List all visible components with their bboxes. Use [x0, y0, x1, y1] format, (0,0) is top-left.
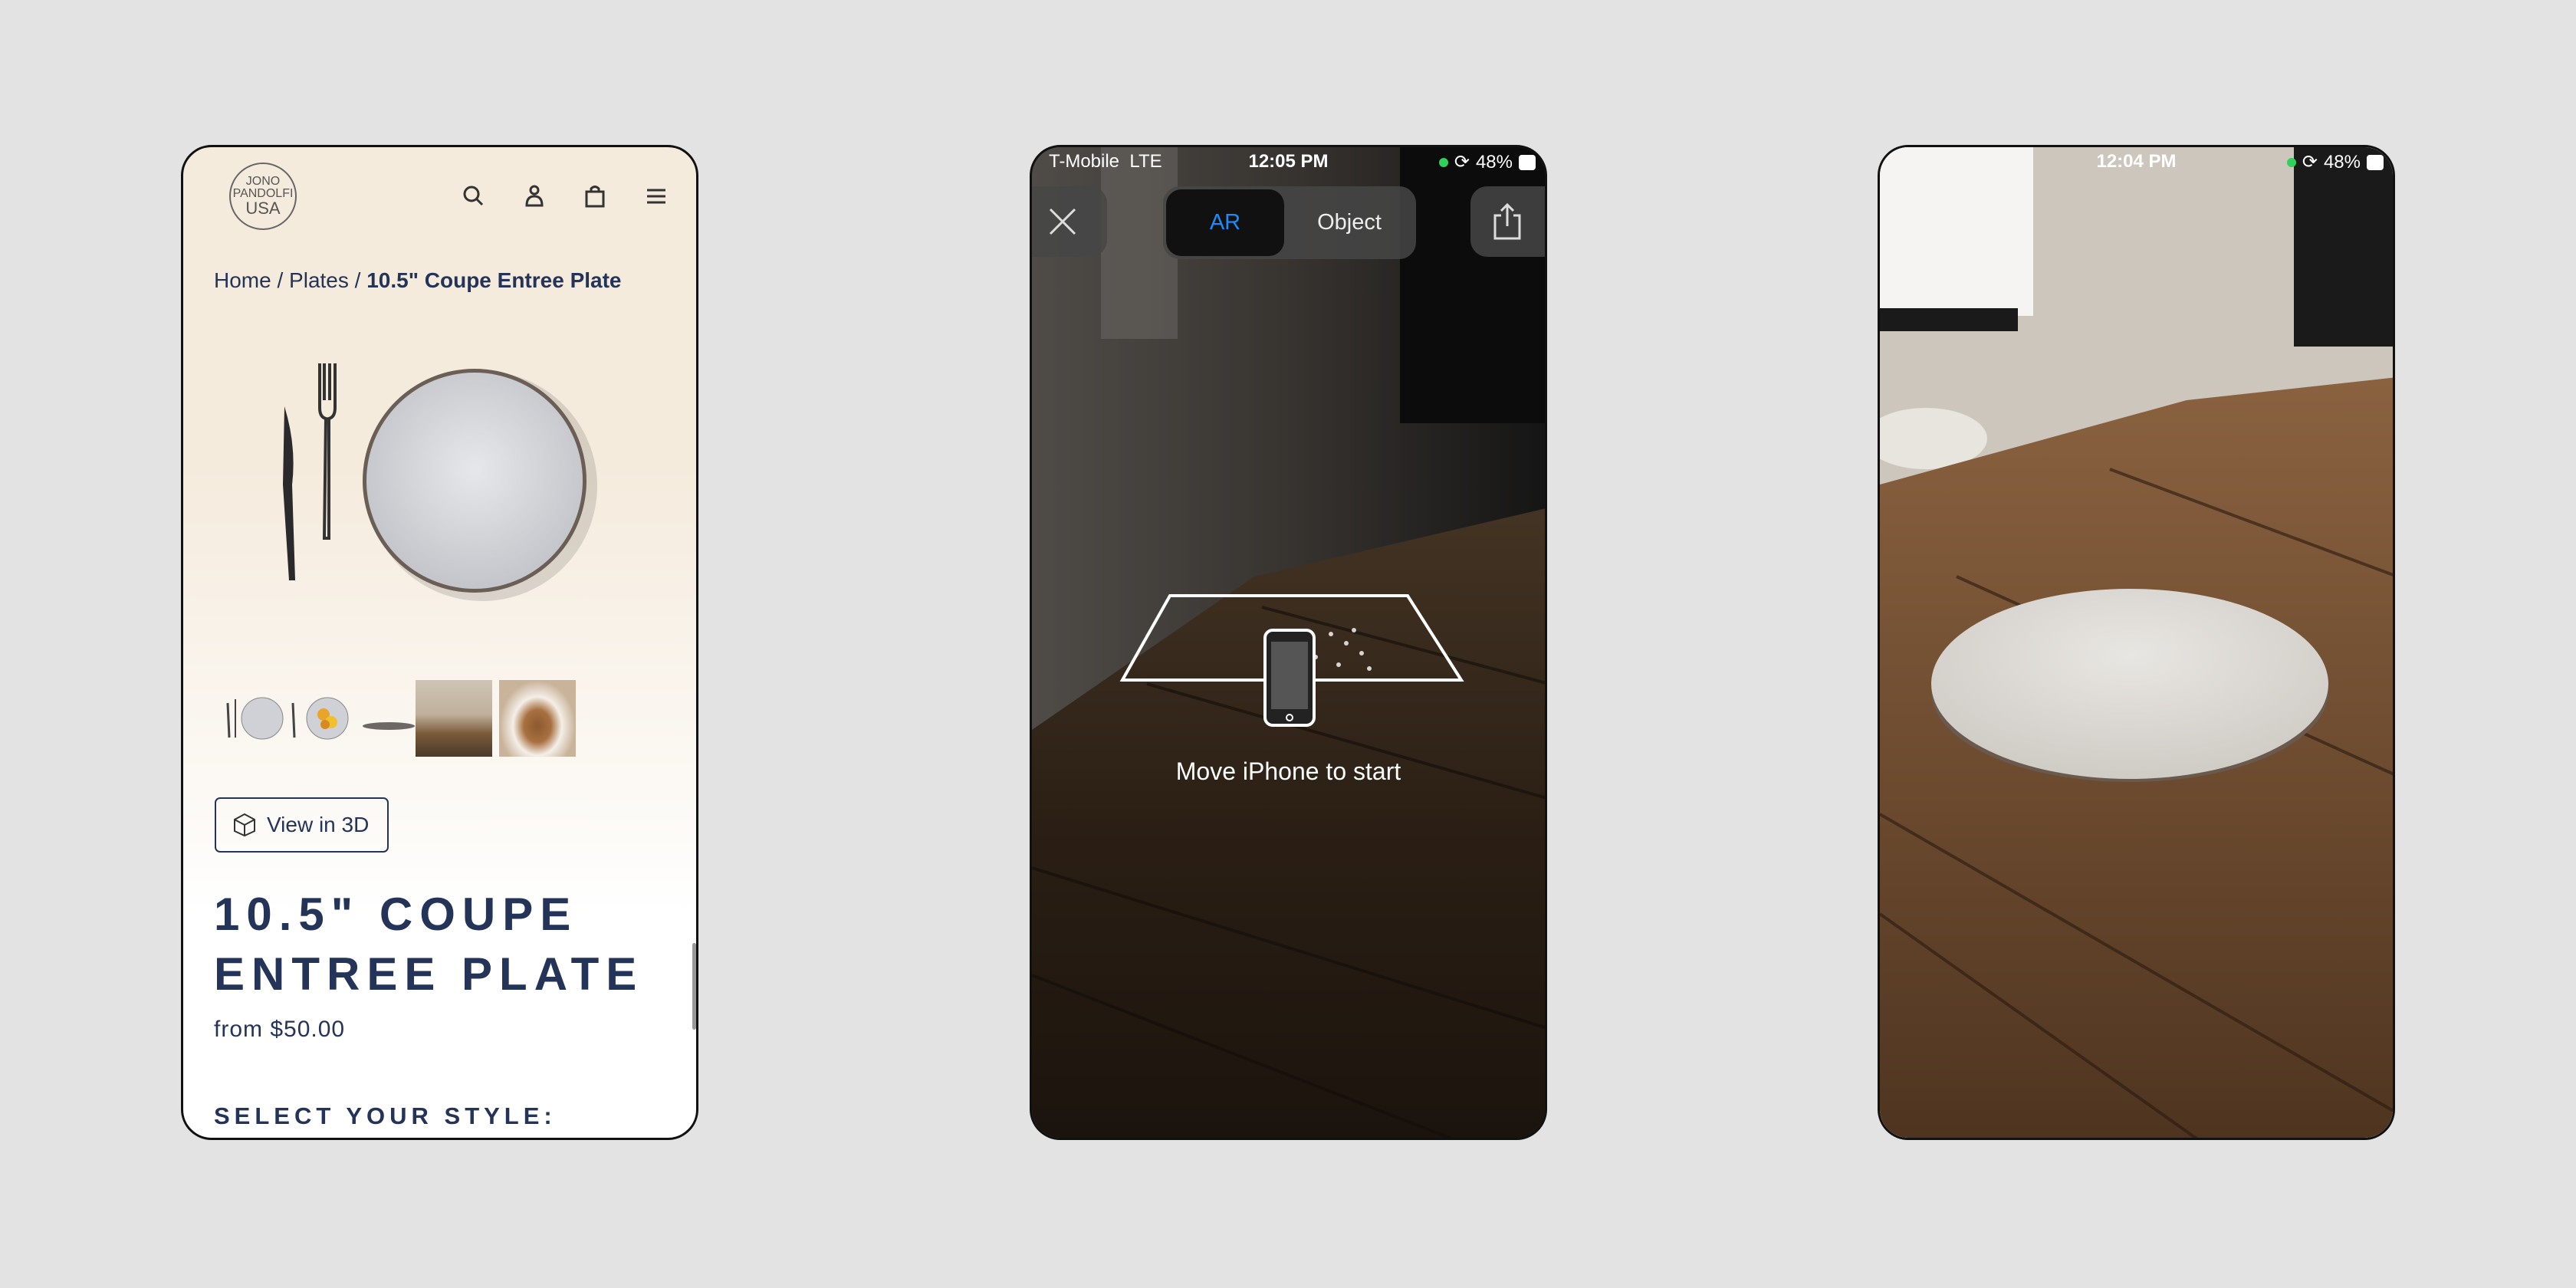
breadcrumb-current: 10.5" Coupe Entree Plate [366, 268, 622, 292]
share-button[interactable] [1470, 186, 1545, 257]
product-title: 10.5" COUPE ENTREE PLATE [214, 889, 644, 1000]
ar-placed-phone: 12:04 PM ⟳ 48% [1878, 145, 2395, 1140]
menu-icon[interactable] [641, 181, 672, 212]
camera-indicator-icon [1438, 157, 1448, 167]
camera-view [1880, 147, 2393, 1138]
breadcrumb: Home / Plates / 10.5" Coupe Entree Plate [214, 268, 622, 292]
select-style-heading: SELECT YOUR STYLE: [214, 1102, 557, 1129]
cart-icon[interactable] [580, 181, 610, 212]
scrollbar[interactable] [692, 943, 696, 1030]
battery-icon [1519, 154, 1536, 170]
close-icon [1049, 208, 1076, 235]
brand-logo[interactable]: JONO PANDOLFI USA [229, 163, 297, 230]
breadcrumb-plates[interactable]: Plates [289, 268, 349, 292]
product-page-phone: JONO PANDOLFI USA Home / Plates / 10.5" … [181, 145, 698, 1140]
ar-hint-text: Move iPhone to start [1175, 757, 1401, 785]
thumbnail-dish[interactable] [499, 680, 576, 757]
status-bar: 12:04 PM ⟳ 48% [1880, 147, 2393, 179]
camera-indicator-icon [2286, 157, 2296, 167]
account-icon[interactable] [519, 181, 550, 212]
thumbnail-table-scene[interactable] [416, 680, 492, 757]
ar-quicklook-phone: T-Mobile LTE 12:05 PM ⟳ 48% AR Object Mov… [1030, 145, 1547, 1140]
status-bar: T-Mobile LTE 12:05 PM ⟳ 48% [1032, 147, 1545, 179]
cube-icon [234, 813, 255, 837]
rotation-lock-icon: ⟳ [1454, 152, 1470, 172]
tab-ar[interactable]: AR [1166, 189, 1284, 256]
rotation-lock-icon: ⟳ [2302, 152, 2318, 172]
product-price: from $50.00 [214, 1017, 346, 1042]
close-button[interactable] [1032, 186, 1107, 257]
battery-icon [2367, 154, 2384, 170]
breadcrumb-home[interactable]: Home [214, 268, 271, 292]
product-image[interactable] [260, 354, 605, 615]
mode-segmented-control: AR Object [1163, 186, 1416, 259]
tab-object[interactable]: Object [1286, 189, 1413, 256]
move-iphone-graphic [1119, 594, 1464, 727]
share-icon [1493, 202, 1521, 240]
search-icon[interactable] [458, 181, 489, 212]
view-in-3d-button[interactable]: View in 3D [215, 797, 389, 853]
